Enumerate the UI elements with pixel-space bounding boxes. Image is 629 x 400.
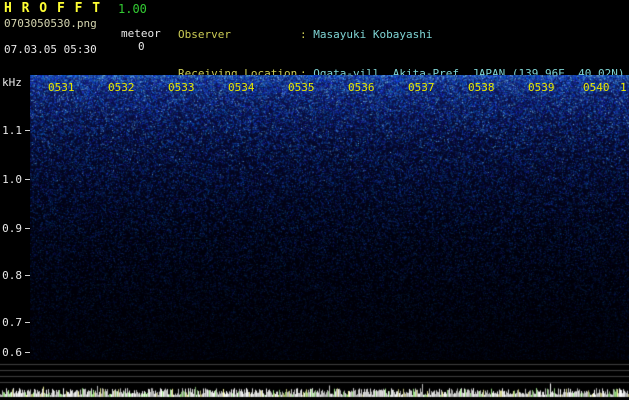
time-tick-0532: 0532 [108,81,135,94]
info-value: Masayuki Kobayashi [313,28,432,41]
time-tick-0536: 0536 [348,81,375,94]
info-separator: : [300,28,307,41]
filename: 0703050530.png [4,17,97,30]
time-tick-0533: 0533 [168,81,195,94]
signal-level-strip-canvas [0,360,629,400]
time-tick-0538: 0538 [468,81,495,94]
freq-tick-0-9: 0.9 [0,222,22,235]
freq-tick-mark [25,275,30,276]
freq-tick-mark [25,352,30,353]
spectrogram-panel: kHz 0531 0532 0533 0534 0535 0536 0537 0… [0,75,629,400]
hrofft-screenshot: H R O F F T 1.00 0703050530.png meteor 0… [0,0,629,400]
time-tick-0537: 0537 [408,81,435,94]
time-tick-0535: 0535 [288,81,315,94]
freq-tick-1-1: 1.1 [0,124,22,137]
time-tick-0531: 0531 [48,81,75,94]
time-tick-partial: 1 [620,81,627,94]
meteor-count-value: 0 [138,40,145,53]
time-tick-0540: 0540 [583,81,610,94]
freq-tick-mark [25,228,30,229]
info-row-observer: Observer: Masayuki Kobayashi [178,28,625,41]
meteor-count-label: meteor [121,27,161,40]
freq-tick-0-8: 0.8 [0,269,22,282]
freq-tick-0-7: 0.7 [0,316,22,329]
observation-datetime: 07.03.05 05:30 [4,43,97,56]
freq-axis-unit: kHz [2,76,22,89]
freq-tick-mark [25,322,30,323]
freq-tick-mark [25,179,30,180]
info-label: Observer [178,28,300,41]
freq-tick-mark [25,130,30,131]
time-tick-0534: 0534 [228,81,255,94]
freq-tick-1-0: 1.0 [0,173,22,186]
time-tick-0539: 0539 [528,81,555,94]
app-title: H R O F F T [4,1,101,16]
spectrogram-canvas [30,75,629,360]
app-version: 1.00 [118,2,147,16]
freq-tick-0-6: 0.6 [0,346,22,359]
